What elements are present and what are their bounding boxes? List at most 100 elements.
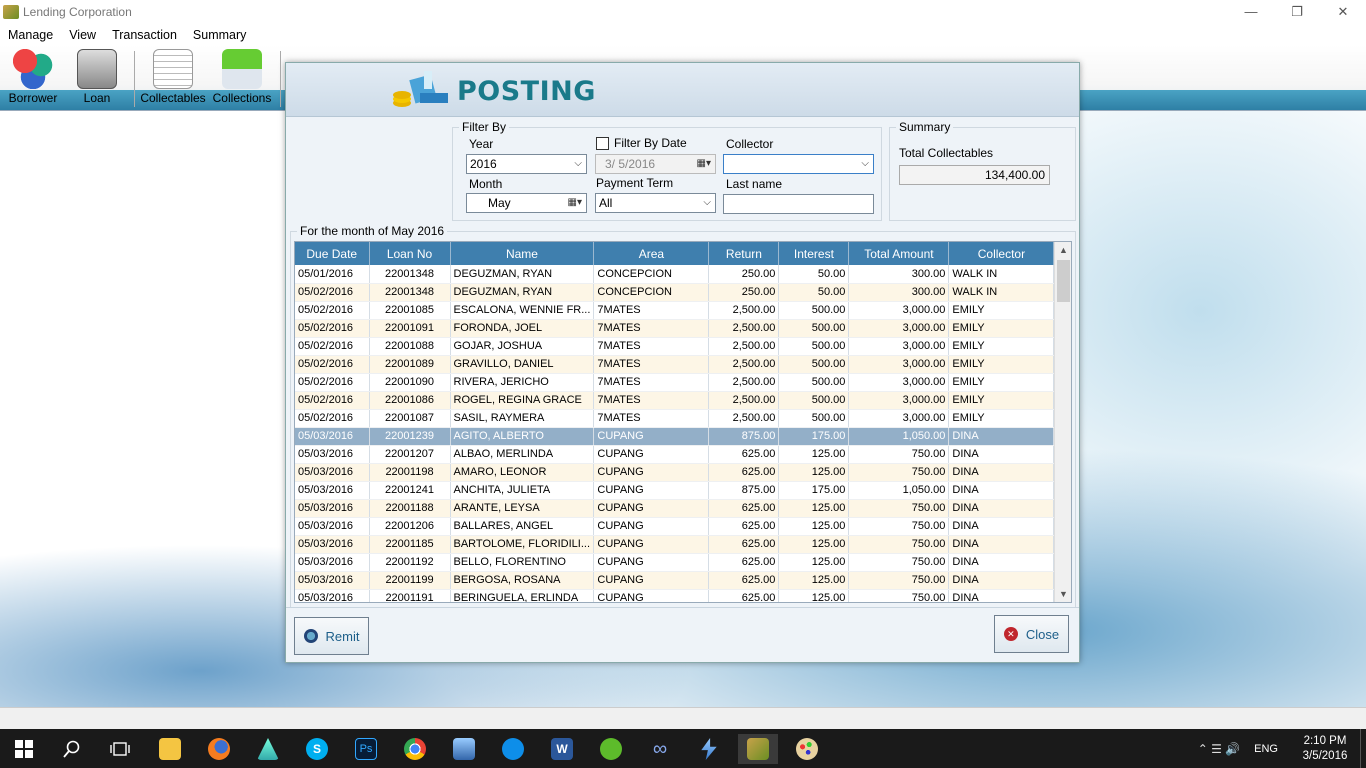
restore-button[interactable]: ❐ xyxy=(1274,0,1320,23)
loan-button[interactable]: Loan xyxy=(64,49,130,109)
remit-button[interactable]: Remit xyxy=(294,617,369,655)
menu-summary[interactable]: Summary xyxy=(185,28,254,42)
clock[interactable]: 2:10 PM 3/5/2016 xyxy=(1290,734,1360,764)
scroll-down-icon[interactable]: ▼ xyxy=(1055,586,1071,602)
table-row[interactable]: 05/03/2016 22001206 BALLARES, ANGEL CUPANG 6… xyxy=(295,517,1055,536)
taskbar-paint[interactable] xyxy=(792,734,822,764)
taskbar-teamviewer[interactable] xyxy=(498,734,528,764)
last-name-input[interactable] xyxy=(723,194,874,214)
column-header-return[interactable]: Return xyxy=(708,242,780,265)
scroll-thumb[interactable] xyxy=(1057,260,1070,302)
taskbar-lending-app[interactable] xyxy=(738,734,778,764)
window-title: Lending Corporation xyxy=(23,4,132,19)
taskbar-firefox[interactable] xyxy=(204,734,234,764)
cell-collector: DINA xyxy=(948,589,1055,602)
payment-term-dropdown[interactable]: All ⌵ xyxy=(595,193,716,213)
table-row[interactable]: 05/02/2016 22001086 ROGEL, REGINA GRACE 7MA… xyxy=(295,391,1055,410)
collector-dropdown[interactable]: ⌵ xyxy=(723,154,874,174)
teamviewer-icon xyxy=(502,738,524,760)
cell-total-amount: 3,000.00 xyxy=(848,355,950,374)
cell-area: CUPANG xyxy=(593,427,710,446)
taskbar-chrome[interactable] xyxy=(400,734,430,764)
taskbar-file-explorer[interactable] xyxy=(155,734,185,764)
start-button[interactable] xyxy=(9,734,39,764)
grid-scrollbar[interactable]: ▲ ▼ xyxy=(1054,242,1071,602)
table-row[interactable]: 05/02/2016 22001085 ESCALONA, WENNIE FR...… xyxy=(295,301,1055,320)
year-dropdown[interactable]: 2016 ⌵ xyxy=(466,154,587,174)
cell-total-amount: 3,000.00 xyxy=(848,391,950,410)
cell-total-amount: 750.00 xyxy=(848,535,950,554)
menu-manage[interactable]: Manage xyxy=(0,28,61,42)
table-row[interactable]: 05/02/2016 22001087 SASIL, RAYMERA 7MATES 2,… xyxy=(295,409,1055,428)
column-header-collector[interactable]: Collector xyxy=(948,242,1055,265)
chevron-down-icon: ⌵ xyxy=(703,197,711,208)
taskbar-word[interactable]: W xyxy=(547,734,577,764)
filter-by-date-checkbox[interactable] xyxy=(596,137,609,150)
table-row[interactable]: 05/01/2016 22001348 DEGUZMAN, RYAN CONCEPCI… xyxy=(295,265,1055,284)
taskbar-network-app[interactable] xyxy=(449,734,479,764)
minimize-button[interactable]: — xyxy=(1228,0,1274,23)
date-picker[interactable]: 3/ 5/2016 ▦▾ xyxy=(595,154,716,174)
taskbar-utorrent[interactable] xyxy=(596,734,626,764)
table-row[interactable]: 05/03/2016 22001239 AGITO, ALBERTO CUPANG 87… xyxy=(295,427,1055,446)
task-view-button[interactable] xyxy=(105,734,135,764)
cell-due-date: 05/02/2016 xyxy=(295,355,370,374)
taskbar-bolt-app[interactable] xyxy=(694,734,724,764)
chevron-down-icon: ⌵ xyxy=(574,158,582,169)
table-row[interactable]: 05/03/2016 22001188 ARANTE, LEYSA CUPANG 625… xyxy=(295,499,1055,518)
table-row[interactable]: 05/02/2016 22001089 GRAVILLO, DANIEL 7MATES… xyxy=(295,355,1055,374)
table-row[interactable]: 05/03/2016 22001198 AMARO, LEONOR CUPANG 625… xyxy=(295,463,1055,482)
table-row[interactable]: 05/03/2016 22001185 BARTOLOME, FLORIDILI..… xyxy=(295,535,1055,554)
cell-area: 7MATES xyxy=(593,301,710,320)
cell-interest: 500.00 xyxy=(778,301,850,320)
clock-time: 2:10 PM xyxy=(1303,734,1347,747)
close-window-button[interactable]: ✕ xyxy=(1320,0,1366,23)
column-header-interest[interactable]: Interest xyxy=(778,242,850,265)
cell-collector: WALK IN xyxy=(948,265,1055,284)
taskbar-app-triangle[interactable] xyxy=(253,734,283,764)
table-row[interactable]: 05/03/2016 22001199 BERGOSA, ROSANA CUPANG 6… xyxy=(295,571,1055,590)
borrower-button[interactable]: Borrower xyxy=(0,49,66,109)
cell-loan-no: 22001185 xyxy=(369,535,451,554)
table-row[interactable]: 05/02/2016 22001348 DEGUZMAN, RYAN CONCEPCI… xyxy=(295,283,1055,302)
menu-transaction[interactable]: Transaction xyxy=(104,28,185,42)
collections-button[interactable]: Collections xyxy=(209,49,275,109)
cell-return: 625.00 xyxy=(708,535,780,554)
remit-icon xyxy=(303,629,318,643)
column-header-loan-no[interactable]: Loan No xyxy=(369,242,451,265)
close-button[interactable]: ✕ Close xyxy=(994,615,1069,653)
cell-interest: 500.00 xyxy=(778,409,850,428)
column-header-area[interactable]: Area xyxy=(593,242,710,265)
table-row[interactable]: 05/02/2016 22001091 FORONDA, JOEL 7MATES 2,5… xyxy=(295,319,1055,338)
cell-loan-no: 22001241 xyxy=(369,481,451,500)
cell-due-date: 05/02/2016 xyxy=(295,391,370,410)
cell-due-date: 05/02/2016 xyxy=(295,373,370,392)
taskbar-infinity-app[interactable]: ∞ xyxy=(645,734,675,764)
total-collectables-label: Total Collectables xyxy=(899,146,994,160)
collectables-button[interactable]: Collectables xyxy=(140,49,206,109)
clock-date: 3/5/2016 xyxy=(1302,749,1348,762)
scroll-up-icon[interactable]: ▲ xyxy=(1055,242,1071,258)
cell-interest: 125.00 xyxy=(778,463,850,482)
language-indicator[interactable]: ENG xyxy=(1254,743,1278,755)
show-desktop-button[interactable] xyxy=(1360,729,1366,768)
table-row[interactable]: 05/03/2016 22001191 BERINGUELA, ERLINDA CUP… xyxy=(295,589,1055,602)
column-header-name[interactable]: Name xyxy=(450,242,595,265)
cell-area: CUPANG xyxy=(593,517,710,536)
menu-view[interactable]: View xyxy=(61,28,104,42)
table-row[interactable]: 05/03/2016 22001192 BELLO, FLORENTINO CUPAN… xyxy=(295,553,1055,572)
table-row[interactable]: 05/02/2016 22001088 GOJAR, JOSHUA 7MATES 2,5… xyxy=(295,337,1055,356)
cell-area: CUPANG xyxy=(593,445,710,464)
column-header-due-date[interactable]: Due Date xyxy=(295,242,370,265)
table-row[interactable]: 05/03/2016 22001241 ANCHITA, JULIETA CUPANG… xyxy=(295,481,1055,500)
taskbar-skype[interactable]: S xyxy=(302,734,332,764)
month-picker[interactable]: May ▦▾ xyxy=(466,193,587,213)
table-row[interactable]: 05/03/2016 22001207 ALBAO, MERLINDA CUPANG 6… xyxy=(295,445,1055,464)
taskbar-photoshop[interactable]: Ps xyxy=(351,734,381,764)
column-header-total-amount[interactable]: Total Amount xyxy=(848,242,950,265)
table-row[interactable]: 05/02/2016 22001090 RIVERA, JERICHO 7MATES 2… xyxy=(295,373,1055,392)
search-button[interactable] xyxy=(57,734,87,764)
toolbar-separator xyxy=(134,51,135,107)
cell-loan-no: 22001198 xyxy=(369,463,451,482)
cell-name: RIVERA, JERICHO xyxy=(450,373,595,392)
